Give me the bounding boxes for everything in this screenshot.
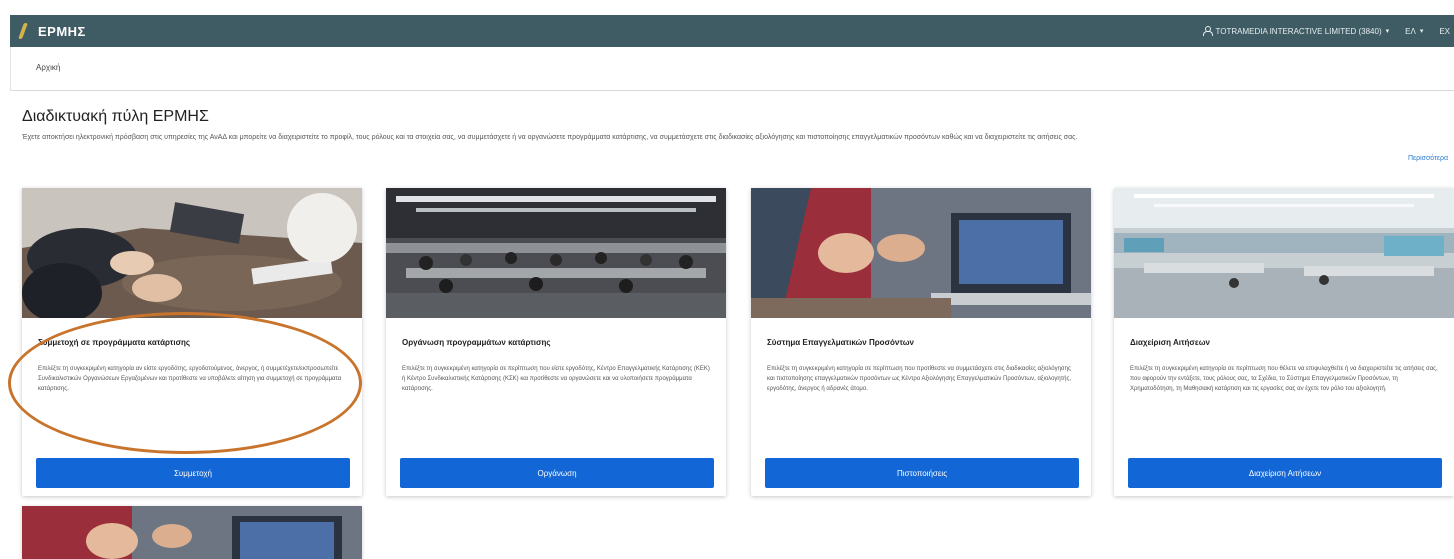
card-image-office [1114, 188, 1454, 318]
language-label: EΛ [1405, 26, 1416, 36]
organization-label: TOTRAMEDIA INTERACTIVE LIMITED (3840) [1215, 26, 1382, 36]
breadcrumb-bar: Αρχική [10, 47, 1454, 91]
top-bar: ΕΡΜΗΣ TOTRAMEDIA INTERACTIVE LIMITED (38… [10, 15, 1454, 47]
card-organization: Οργάνωση προγραμμάτων κατάρτισης Επιλέξτ… [386, 188, 726, 496]
card-title: Οργάνωση προγραμμάτων κατάρτισης [402, 338, 551, 347]
brand[interactable]: ΕΡΜΗΣ [18, 21, 86, 41]
breadcrumb-home[interactable]: Αρχική [36, 63, 60, 72]
card-applications: Διαχείριση Αιτήσεων Επιλέξτε τη συγκεκρι… [1114, 188, 1454, 496]
app-name: ΕΡΜΗΣ [38, 23, 86, 39]
certifications-button[interactable]: Πιστοποιήσεις [765, 458, 1079, 488]
card-image-laptop [751, 188, 1091, 318]
card-title: Σύστημα Επαγγελματικών Προσόντων [767, 338, 914, 347]
hermes-logo-icon [18, 21, 34, 41]
card-title: Διαχείριση Αιτήσεων [1130, 338, 1210, 347]
exit-menu[interactable]: EX [1439, 27, 1450, 36]
card-qualifications: Σύστημα Επαγγελματικών Προσόντων Επιλέξτ… [751, 188, 1091, 496]
card-description: Επιλέξτε τη συγκεκριμένη κατηγορία σε πε… [1130, 366, 1438, 392]
highlight-circle [8, 312, 362, 454]
page-intro: Έχετε αποκτήσει ηλεκτρονική πρόσβαση στι… [22, 134, 1078, 141]
chevron-down-icon: ▾ [1385, 28, 1390, 35]
participation-button[interactable]: Συμμετοχή [36, 458, 350, 488]
language-menu[interactable]: EΛ ▾ [1405, 27, 1423, 36]
topbar-right: TOTRAMEDIA INTERACTIVE LIMITED (3840) ▾ … [1202, 26, 1454, 36]
card-description: Επιλέξτε τη συγκεκριμένη κατηγορία σε πε… [402, 366, 710, 392]
organization-button[interactable]: Οργάνωση [400, 458, 714, 488]
card-image-meeting-hands [22, 188, 362, 318]
exit-label: EX [1439, 26, 1450, 36]
card-description: Επιλέξτε τη συγκεκριμένη κατηγορία σε πε… [767, 366, 1072, 392]
user-icon [1202, 26, 1213, 36]
manage-applications-button[interactable]: Διαχείριση Αιτήσεων [1128, 458, 1442, 488]
card-partial-image [22, 506, 362, 559]
more-link[interactable]: Περισσότερα [1408, 155, 1448, 162]
card-image-classroom [386, 188, 726, 318]
organization-menu[interactable]: TOTRAMEDIA INTERACTIVE LIMITED (3840) ▾ [1202, 26, 1390, 36]
page-title: Διαδικτυακή πύλη ΕΡΜΗΣ [22, 108, 209, 125]
chevron-down-icon: ▾ [1419, 28, 1424, 35]
